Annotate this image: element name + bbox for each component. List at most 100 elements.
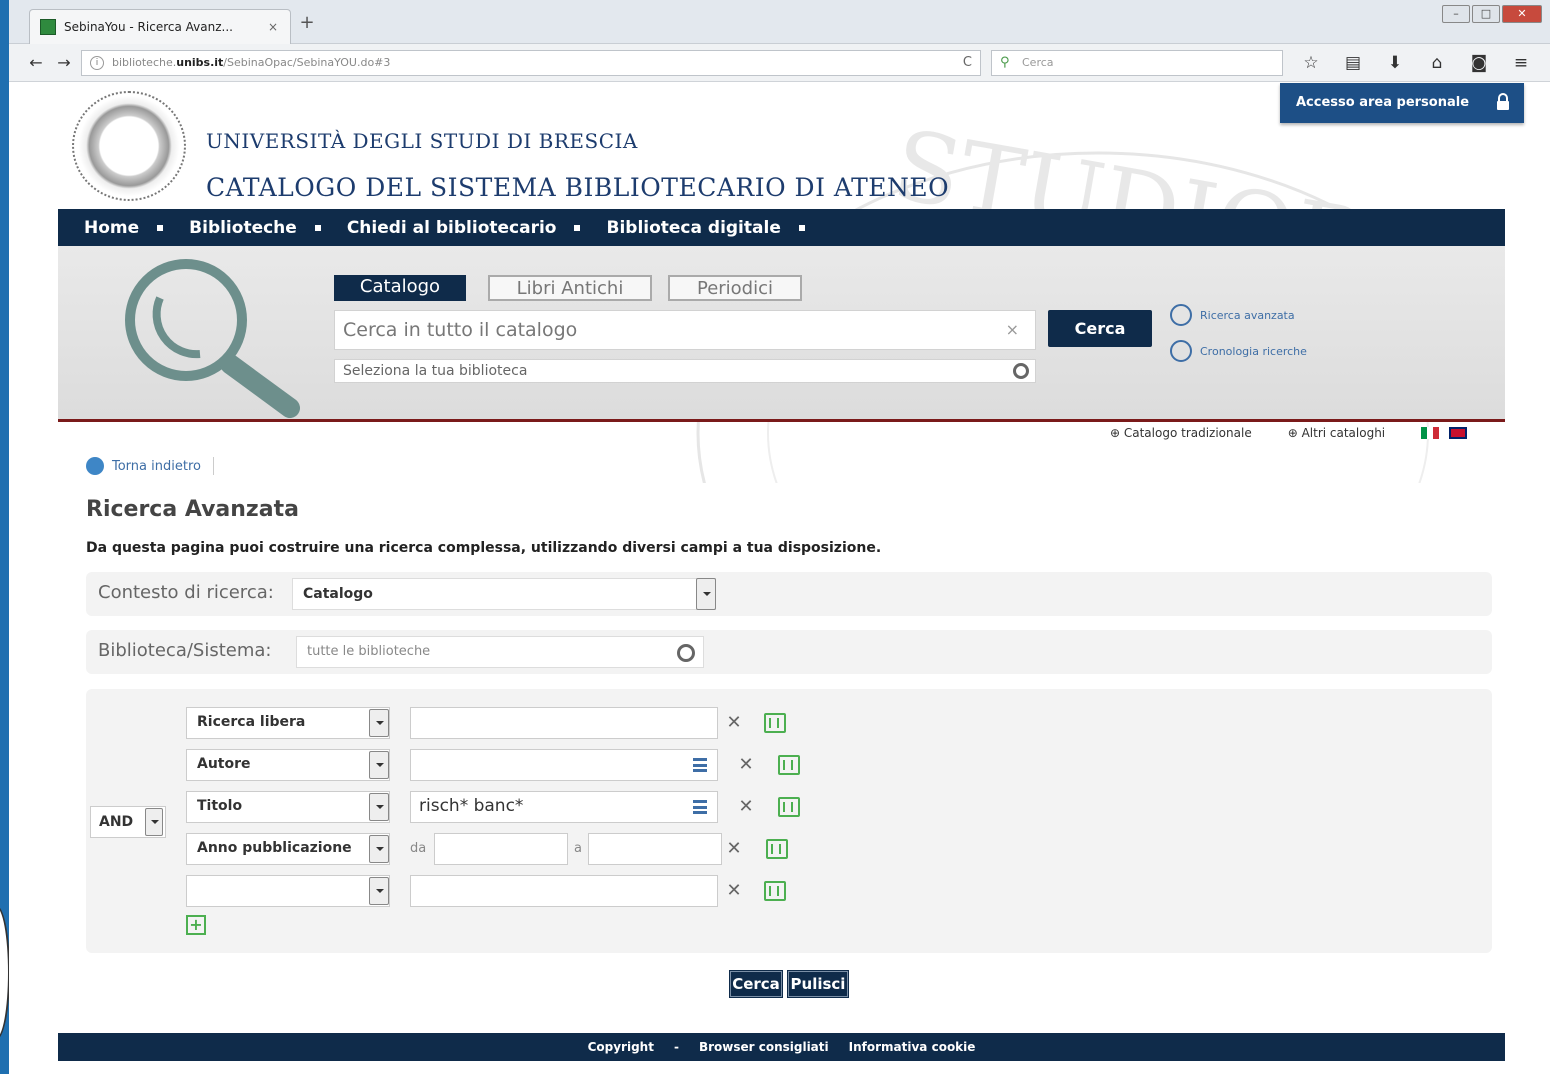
chevron-down-icon[interactable] xyxy=(145,808,163,836)
chevron-down-icon[interactable] xyxy=(369,793,389,821)
pocket-icon[interactable]: ◙ xyxy=(1465,50,1493,76)
bookmark-star-icon[interactable]: ☆ xyxy=(1297,50,1325,76)
back-arrow-icon[interactable]: ← xyxy=(23,50,49,76)
remove-row-icon[interactable]: ✕ xyxy=(724,838,744,859)
url-bar[interactable]: i biblioteche.unibs.it/SebinaOpac/Sebina… xyxy=(81,50,981,76)
chevron-down-icon[interactable] xyxy=(369,835,389,863)
field-select[interactable]: Ricerca libera xyxy=(186,707,390,739)
close-window-button[interactable]: ✕ xyxy=(1502,5,1542,23)
nav-item-home[interactable]: Home xyxy=(84,218,189,238)
page-description: Da questa pagina puoi costruire una rice… xyxy=(86,540,882,556)
remove-row-icon[interactable]: ✕ xyxy=(736,754,756,775)
remove-row-icon[interactable]: ✕ xyxy=(736,796,756,817)
query-input[interactable] xyxy=(410,707,718,739)
operator-select[interactable]: AND xyxy=(90,806,166,838)
year-from-label: da xyxy=(410,841,427,856)
nav-item-biblioteca-digitale[interactable]: Biblioteca digitale xyxy=(606,218,830,238)
browser-search-input[interactable]: ⚲ Cerca xyxy=(991,50,1283,76)
add-row-icon[interactable] xyxy=(764,713,786,733)
minimize-button[interactable]: – xyxy=(1442,5,1470,23)
footer-separator: - xyxy=(673,1040,679,1054)
home-icon[interactable]: ⌂ xyxy=(1423,50,1451,76)
advanced-search-link[interactable]: Ricerca avanzata xyxy=(1170,304,1295,326)
nav-separator xyxy=(157,224,164,231)
field-select[interactable]: Autore xyxy=(186,749,390,781)
field-select[interactable] xyxy=(186,875,390,907)
tab-close-icon[interactable]: × xyxy=(266,20,280,34)
add-row-icon[interactable] xyxy=(766,839,788,859)
back-link[interactable]: Torna indietro xyxy=(86,457,214,475)
nav-label: Biblioteche xyxy=(189,217,297,238)
library-system-select[interactable]: tutte le biblioteche xyxy=(296,636,704,668)
browsers-link[interactable]: Browser consigliati xyxy=(699,1040,829,1054)
query-input[interactable]: risch* banc* xyxy=(410,791,718,823)
search-button[interactable]: Cerca xyxy=(1048,310,1152,347)
chevron-down-icon[interactable] xyxy=(369,709,389,737)
field-select[interactable]: Titolo xyxy=(186,791,390,823)
list-icon[interactable] xyxy=(693,758,707,772)
add-row-icon[interactable] xyxy=(778,755,800,775)
field-select[interactable]: Anno pubblicazione xyxy=(186,833,390,865)
reading-list-icon[interactable]: ▤ xyxy=(1339,50,1367,76)
browser-window: SebinaYou - Ricerca Avanz... × + – □ ✕ ←… xyxy=(9,0,1550,1074)
search-history-link[interactable]: Cronologia ricerche xyxy=(1170,340,1307,362)
advanced-search-icon xyxy=(1170,304,1192,326)
year-from-input[interactable] xyxy=(434,833,568,865)
url-prefix: biblioteche. xyxy=(112,56,177,69)
clear-search-icon[interactable]: × xyxy=(1006,311,1019,349)
chevron-down-icon[interactable] xyxy=(696,578,716,610)
chevron-down-icon[interactable] xyxy=(369,877,389,905)
search-engine-icon: ⚲ xyxy=(1000,55,1010,70)
browser-tab[interactable]: SebinaYou - Ricerca Avanz... × xyxy=(29,9,291,44)
pulisci-button[interactable]: Pulisci xyxy=(788,971,848,997)
query-input[interactable] xyxy=(410,749,718,781)
main-navigation: Home Biblioteche Chiedi al bibliotecario… xyxy=(58,209,1505,246)
list-icon[interactable] xyxy=(693,800,707,814)
year-to-input[interactable] xyxy=(588,833,722,865)
add-row-icon[interactable] xyxy=(778,797,800,817)
traditional-catalog-link[interactable]: ⊕ Catalogo tradizionale xyxy=(1110,426,1252,440)
context-select[interactable]: Catalogo xyxy=(292,578,716,610)
back-label: Torna indietro xyxy=(112,458,201,474)
favicon-icon xyxy=(40,19,56,35)
clear-library-icon[interactable] xyxy=(1013,363,1029,379)
main-search-placeholder: Cerca in tutto il catalogo xyxy=(343,319,578,341)
main-search-input[interactable]: Cerca in tutto il catalogo × xyxy=(334,310,1036,350)
query-input[interactable] xyxy=(410,875,718,907)
context-value: Catalogo xyxy=(303,586,373,602)
cookie-link[interactable]: Informativa cookie xyxy=(849,1040,976,1054)
reload-icon[interactable]: C xyxy=(963,51,972,75)
italian-flag-icon[interactable] xyxy=(1421,427,1440,439)
nav-item-biblioteche[interactable]: Biblioteche xyxy=(189,218,347,238)
cerca-submit-button[interactable]: Cerca xyxy=(730,971,782,997)
tab-libri-antichi[interactable]: Libri Antichi xyxy=(488,275,652,301)
nav-label: Chiedi al bibliotecario xyxy=(346,217,557,238)
maximize-button[interactable]: □ xyxy=(1472,5,1500,23)
tab-periodici[interactable]: Periodici xyxy=(668,275,802,301)
new-tab-button[interactable]: + xyxy=(297,12,317,33)
info-icon[interactable]: i xyxy=(90,56,104,70)
menu-icon[interactable]: ≡ xyxy=(1507,50,1535,76)
tab-bar: SebinaYou - Ricerca Avanz... × + – □ ✕ xyxy=(9,0,1550,44)
add-row-icon[interactable] xyxy=(764,881,786,901)
search-history-label: Cronologia ricerche xyxy=(1200,344,1307,358)
tab-title: SebinaYou - Ricerca Avanz... xyxy=(64,20,233,34)
advanced-search-label: Ricerca avanzata xyxy=(1200,308,1295,322)
english-flag-icon[interactable] xyxy=(1449,427,1468,439)
browser-navbar: ← → i biblioteche.unibs.it/SebinaOpac/Se… xyxy=(9,44,1550,82)
nav-item-chiedi[interactable]: Chiedi al bibliotecario xyxy=(347,218,607,238)
library-select[interactable]: Seleziona la tua biblioteca xyxy=(334,359,1036,383)
clear-library-system-icon[interactable] xyxy=(677,644,695,662)
tab-catalogo[interactable]: Catalogo xyxy=(334,275,466,301)
add-group-icon[interactable]: + xyxy=(186,915,206,935)
remove-row-icon[interactable]: ✕ xyxy=(724,880,744,901)
login-button[interactable]: Accesso area personale xyxy=(1280,83,1524,123)
copyright-link[interactable]: Copyright xyxy=(588,1040,654,1054)
chevron-down-icon[interactable] xyxy=(369,751,389,779)
download-icon[interactable]: ⬇ xyxy=(1381,50,1409,76)
remove-row-icon[interactable]: ✕ xyxy=(724,712,744,733)
library-select-placeholder: Seleziona la tua biblioteca xyxy=(343,363,528,379)
other-catalogs-link[interactable]: ⊕ Altri cataloghi xyxy=(1288,426,1385,440)
forward-arrow-icon[interactable]: → xyxy=(51,50,77,76)
window-controls: – □ ✕ xyxy=(1442,5,1542,23)
